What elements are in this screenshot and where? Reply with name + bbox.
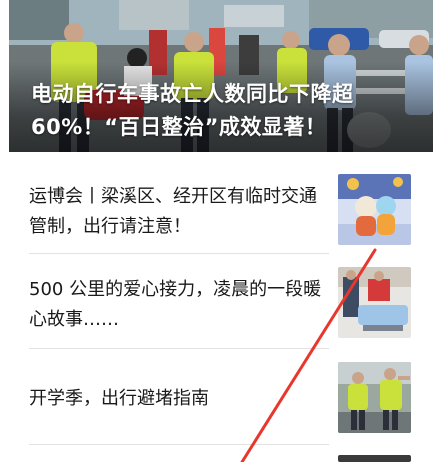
traffic-police-photo-thumbnail[interactable]: [338, 362, 411, 433]
news-feed-page: 电动自行车事故亡人数同比下降超60%！“百日整治”成效显著！ 运博会丨梁溪区、经…: [0, 0, 443, 462]
news-title[interactable]: 500 公里的爱心接力，凌晨的一段暖心故事……: [29, 275, 329, 335]
right-frame: [435, 0, 443, 462]
news-title[interactable]: 运博会丨梁溪区、经开区有临时交通管制，出行请注意！: [29, 182, 329, 242]
hospital-photo-thumbnail[interactable]: [338, 267, 411, 338]
list-item[interactable]: [9, 444, 435, 462]
thumbnail-partial[interactable]: [338, 455, 411, 462]
hospital-photo-icon: [338, 267, 411, 338]
list-item[interactable]: 开学季，出行避堵指南: [9, 348, 435, 444]
hero-title[interactable]: 电动自行车事故亡人数同比下降超60%！“百日整治”成效显著！: [31, 78, 426, 144]
traffic-police-photo-icon: [338, 362, 411, 433]
mascot-photo-icon: [338, 174, 411, 245]
left-frame: [0, 0, 9, 462]
list-item[interactable]: 运博会丨梁溪区、经开区有临时交通管制，出行请注意！: [9, 152, 435, 253]
news-title[interactable]: 开学季，出行避堵指南: [29, 384, 329, 414]
list-item[interactable]: 500 公里的爱心接力，凌晨的一段暖心故事……: [9, 253, 435, 348]
hero-banner[interactable]: 电动自行车事故亡人数同比下降超60%！“百日整治”成效显著！: [9, 0, 433, 152]
mascot-photo-thumbnail[interactable]: [338, 174, 411, 245]
